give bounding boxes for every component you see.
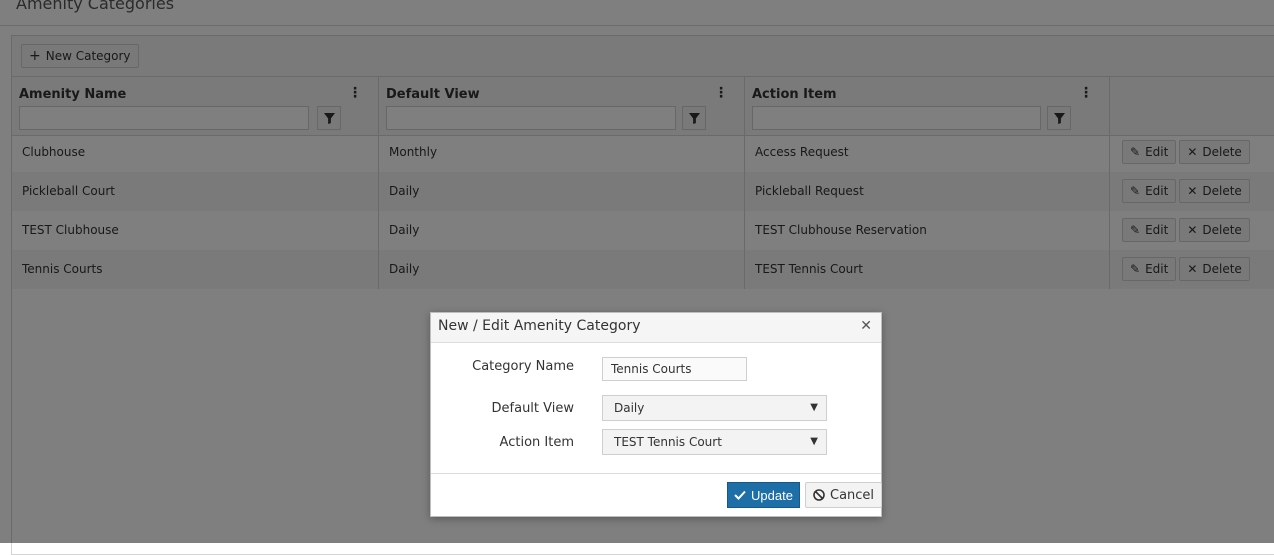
action-item-value: TEST Tennis Court [614,435,722,449]
chevron-down-icon: ▼ [810,436,818,447]
cancel-label: Cancel [830,487,875,503]
dialog-footer: Update Cancel [431,473,883,516]
category-name-label: Category Name [472,359,574,374]
default-view-label: Default View [491,401,574,416]
dialog-header: New / Edit Amenity Category ✕ [431,313,881,343]
default-view-select[interactable]: Daily ▼ [602,395,827,421]
close-icon[interactable]: ✕ [860,318,872,334]
cancel-icon [813,489,825,501]
update-button[interactable]: Update [727,482,800,508]
amenity-category-dialog: New / Edit Amenity Category ✕ Category N… [430,312,883,517]
category-name-input[interactable] [602,357,747,381]
action-item-label: Action Item [499,435,574,450]
dialog-title: New / Edit Amenity Category [438,318,641,334]
chevron-down-icon: ▼ [810,402,818,413]
default-view-value: Daily [614,401,645,415]
cancel-button[interactable]: Cancel [805,482,883,508]
action-item-select[interactable]: TEST Tennis Court ▼ [602,429,827,455]
update-label: Update [751,487,793,503]
check-icon [734,490,746,500]
